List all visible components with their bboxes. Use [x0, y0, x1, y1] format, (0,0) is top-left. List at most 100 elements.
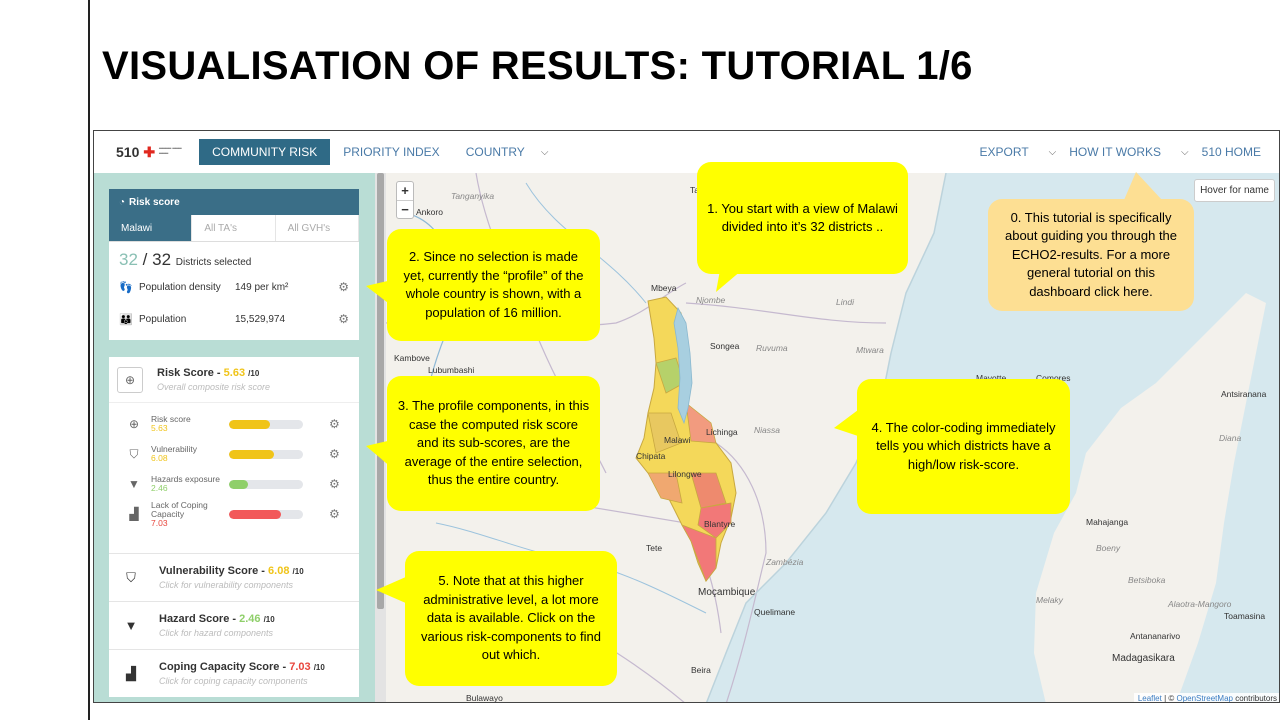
map-label: Toamasina — [1224, 611, 1266, 621]
nav-export[interactable]: EXPORT ⌵ — [967, 139, 1070, 165]
component-row[interactable]: ▟ Lack of Coping Capacity 7.03 ⚙ — [117, 499, 351, 529]
stat-value: 149 per km² — [235, 281, 289, 293]
crosshair-icon: ⊕ — [128, 417, 140, 431]
slide-title: VISUALISATION OF RESULTS: TUTORIAL 1/6 — [102, 44, 973, 88]
scrollbar-thumb[interactable] — [377, 173, 384, 609]
map-label: Madagasikara — [1112, 653, 1175, 664]
vulnerability-score-title: Vulnerability Score - 6.08 /10 — [159, 565, 304, 577]
risk-score-value: 5.63 — [223, 367, 246, 379]
red-cross-icon: ✚ — [143, 143, 156, 160]
nav-right-group: EXPORT ⌵ HOW IT WORKS ⌵ 510 HOME — [967, 139, 1279, 165]
level-tabs: Malawi All TA's All GVH's — [109, 215, 359, 242]
zoom-in-button[interactable]: + — [397, 182, 413, 200]
vulnerability-score-card[interactable]: ⛉ Vulnerability Score - 6.08 /10 Click f… — [109, 553, 359, 601]
score-subtitle: Click for hazard components — [159, 628, 274, 638]
gear-icon[interactable]: ⚙ — [338, 280, 349, 294]
score-value: 7.03 — [289, 661, 311, 673]
component-value: 5.63 — [151, 423, 168, 433]
risk-score-title-text: Risk Score — [157, 367, 214, 379]
nav-how-it-works[interactable]: HOW IT WORKS ⌵ — [1069, 139, 1201, 165]
slide-left-border — [88, 0, 90, 720]
component-name: Risk score 5.63 — [151, 415, 229, 433]
attribution-separator: | © — [1161, 694, 1177, 703]
risk-score-title: Risk Score - 5.63 /10 — [157, 367, 260, 379]
gear-icon[interactable]: ⚙ — [329, 507, 340, 521]
tab-all-tas[interactable]: All TA's — [192, 215, 276, 241]
people-density-icon: 👣 — [119, 281, 133, 294]
stat-label: Population density — [139, 281, 221, 293]
nav-priority-index[interactable]: PRIORITY INDEX — [330, 139, 452, 165]
score-max: /10 — [263, 615, 275, 624]
crosshair-icon: ⊕ — [117, 366, 143, 393]
score-max: /10 — [292, 567, 304, 576]
map-label: Ruvuma — [756, 343, 788, 353]
zoom-out-button[interactable]: − — [397, 200, 413, 218]
map-label: Mtwara — [856, 345, 884, 355]
chevron-down-icon: ⌵ — [540, 146, 549, 158]
nav-community-risk[interactable]: COMMUNITY RISK — [199, 139, 331, 165]
coping-capacity-score-card[interactable]: ▟ Coping Capacity Score - 7.03 /10 Click… — [109, 649, 359, 697]
coping-score-title: Coping Capacity Score - 7.03 /10 — [159, 661, 325, 673]
risk-score-card[interactable]: ⊕ Risk Score - 5.63 /10 Overall composit… — [109, 357, 359, 403]
people-icon: 👪 — [119, 313, 133, 326]
chevron-down-icon: ⌵ — [1181, 146, 1189, 158]
callout-0: 0. This tutorial is specifically about g… — [988, 199, 1194, 311]
component-bar-fill — [229, 509, 281, 519]
component-row[interactable]: ⛉ Vulnerability 6.08 ⚙ — [117, 439, 351, 469]
map-label: Melaky — [1036, 595, 1063, 605]
map-label: Antananarivo — [1130, 631, 1181, 641]
selected-count: 32 — [119, 250, 138, 269]
tornado-icon: ▼ — [128, 477, 140, 491]
selection-summary: 32 / 32 Districts selected 👣 Population … — [109, 242, 359, 340]
component-value: 6.08 — [151, 453, 168, 463]
score-title-text: Coping Capacity Score — [159, 661, 280, 673]
component-label: Lack of Coping Capacity — [151, 499, 208, 519]
stat-population: 👪 Population 15,529,974 ⚙ — [119, 310, 349, 328]
nav-country[interactable]: COUNTRY ⌵ — [453, 139, 562, 165]
sidebar: ◔ Risk score Malawi All TA's All GVH's 3… — [94, 173, 375, 702]
nav-country-label: COUNTRY — [465, 145, 525, 159]
sidebar-scrollbar[interactable] — [375, 173, 386, 702]
map-label: Ankoro — [416, 207, 443, 217]
gear-icon[interactable]: ⚙ — [329, 477, 340, 491]
component-name: Hazards exposure 2.46 — [151, 475, 229, 493]
map-label: Lichinga — [706, 427, 738, 437]
map-attribution: Leaflet | © OpenStreetMap contributors — [1133, 693, 1279, 703]
selection-count: 32 / 32 Districts selected — [119, 250, 252, 269]
risk-score-subtitle: Overall composite risk score — [157, 382, 271, 392]
risk-components: ⊕ Risk score 5.63 ⚙ ⛉ Vulnerability 6.08 ⚙… — [109, 403, 359, 553]
hazard-score-card[interactable]: ▼ Hazard Score - 2.46 /10 Click for haza… — [109, 601, 359, 649]
map-label: Malawi — [664, 435, 691, 445]
map-label: Njombe — [696, 295, 726, 305]
callout-3: 3. The profile components, in this case … — [387, 376, 600, 511]
nav-510-home[interactable]: 510 HOME — [1202, 139, 1275, 165]
osm-link[interactable]: OpenStreetMap — [1176, 694, 1232, 702]
component-row[interactable]: ⊕ Risk score 5.63 ⚙ — [117, 409, 351, 439]
component-name: Lack of Coping Capacity 7.03 — [151, 499, 229, 528]
score-subtitle: Click for vulnerability components — [159, 580, 294, 590]
component-bar — [229, 479, 303, 489]
score-max: /10 — [313, 663, 325, 672]
tab-malawi[interactable]: Malawi — [109, 215, 193, 241]
logo[interactable]: 510 ✚ ━━━━ ━━━ ━━━ — [116, 144, 187, 161]
map-label: Mbeya — [651, 283, 677, 293]
tab-all-gvhs[interactable]: All GVH's — [276, 215, 359, 241]
map-label: Mahajanga — [1086, 517, 1129, 527]
component-bar-fill — [229, 479, 248, 489]
map-label: Tanganyika — [451, 191, 495, 201]
component-row[interactable]: ▼ Hazards exposure 2.46 ⚙ — [117, 469, 351, 499]
component-bar-fill — [229, 449, 275, 459]
score-value: 6.08 — [268, 565, 290, 577]
map-label: Lubumbashi — [428, 365, 475, 375]
logo-text: 510 — [116, 144, 140, 160]
map-label: Kambove — [394, 353, 430, 363]
component-bar — [229, 509, 303, 519]
map-label: Bulawayo — [466, 693, 503, 703]
map-label: Quelimane — [754, 607, 796, 617]
gear-icon[interactable]: ⚙ — [329, 447, 340, 461]
gear-icon[interactable]: ⚙ — [338, 312, 349, 326]
leaflet-link[interactable]: Leaflet — [1138, 694, 1162, 702]
gear-icon[interactable]: ⚙ — [329, 417, 340, 431]
map-label: Zambézia — [766, 557, 804, 567]
component-value: 7.03 — [151, 517, 168, 528]
